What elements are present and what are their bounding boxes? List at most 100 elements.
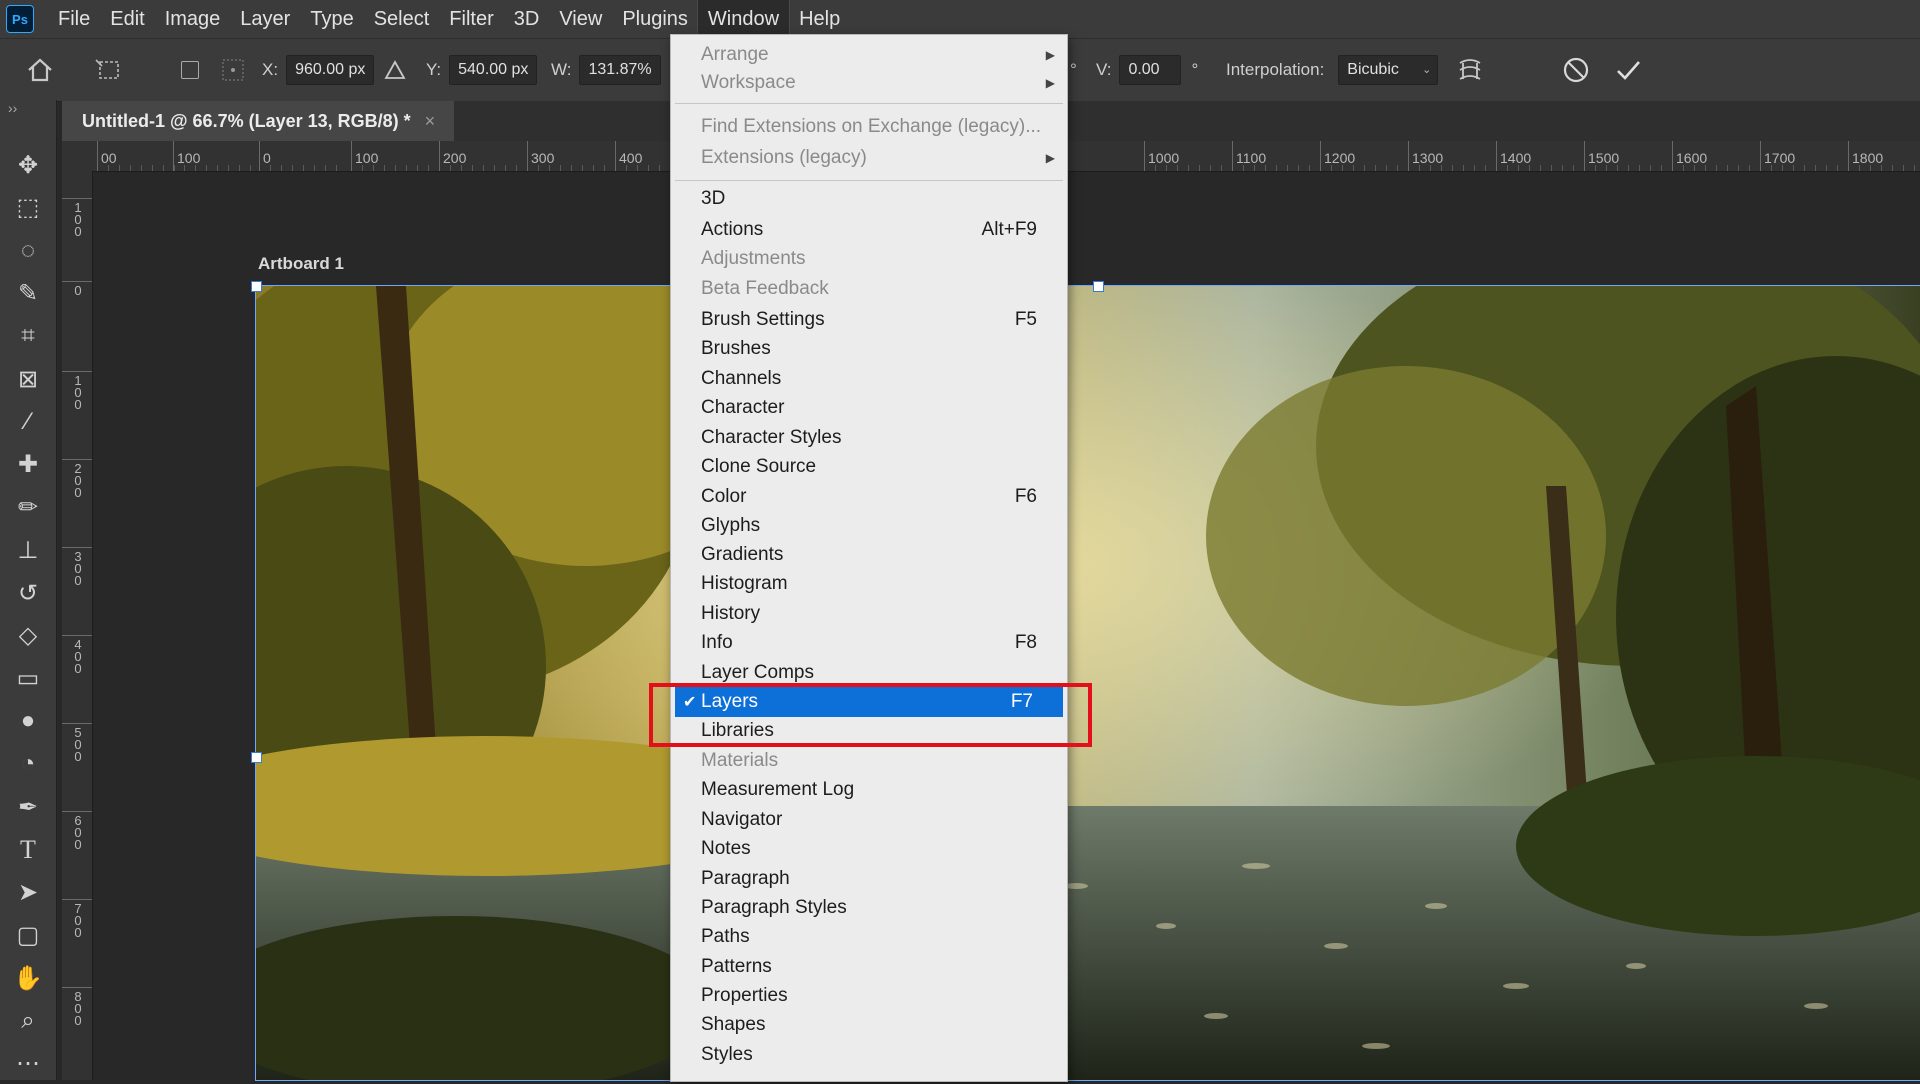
window-menu-item-clone-source[interactable]: Clone Source (671, 452, 1067, 482)
ruler-label: 1500 (1588, 150, 1620, 166)
type-icon[interactable]: T (8, 830, 48, 870)
close-icon[interactable]: × (425, 111, 436, 132)
menu-edit[interactable]: Edit (100, 0, 154, 38)
warp-mode-icon[interactable] (1455, 55, 1485, 85)
window-menu-item-measurement-log[interactable]: Measurement Log (671, 775, 1067, 805)
y-input[interactable]: 540.00 px (449, 55, 538, 85)
brush-icon[interactable]: ✏ (8, 487, 48, 527)
ruler-minor-tick (1309, 165, 1310, 171)
window-menu-item-navigator[interactable]: Navigator (671, 805, 1067, 835)
healing-icon[interactable]: ✚ (8, 445, 48, 485)
window-menu-item-brush-settings[interactable]: Brush Settings F5 (671, 305, 1067, 335)
eyedropper-icon[interactable]: ⁄ (8, 402, 48, 442)
reference-point-checkbox[interactable] (181, 61, 199, 79)
menu-select[interactable]: Select (364, 0, 440, 38)
window-menu-item-shapes[interactable]: Shapes (671, 1010, 1067, 1040)
window-menu-item-history[interactable]: History (671, 599, 1067, 629)
zoom-icon[interactable]: ⌕ (8, 1001, 48, 1041)
resize-handle-middle-left[interactable] (251, 752, 262, 763)
menu-file[interactable]: File (48, 0, 100, 38)
ruler-minor-tick (1914, 165, 1915, 171)
home-icon[interactable] (26, 57, 54, 83)
dodge-icon[interactable]: ◔ (8, 744, 48, 784)
menu-3d[interactable]: 3D (504, 0, 550, 38)
window-menu-item-label: Measurement Log (701, 779, 855, 800)
path-select-icon[interactable]: ➤ (8, 873, 48, 913)
eraser-icon[interactable]: ◇ (8, 616, 48, 656)
width-input[interactable]: 131.87% (579, 55, 661, 85)
lasso-icon[interactable]: ◌ (8, 231, 48, 271)
window-menu-item-libraries[interactable]: Libraries (671, 716, 1067, 746)
window-menu-item-layers[interactable]: ✔ Layers F7 (675, 687, 1063, 717)
menu-layer[interactable]: Layer (230, 0, 300, 38)
menu-plugins[interactable]: Plugins (612, 0, 698, 38)
rectangle-icon[interactable]: ▢ (8, 915, 48, 955)
relative-position-icon[interactable] (384, 59, 406, 81)
vertical-ruler[interactable]: 1 0 0 0 1 0 0 2 0 0 3 0 0 4 0 0 5 0 0 6 0 0 7 0 … (62, 171, 93, 1080)
window-menu-item-paragraph-styles[interactable]: Paragraph Styles (671, 893, 1067, 923)
window-menu-item-patterns[interactable]: Patterns (671, 952, 1067, 982)
more-icon[interactable]: ⋯ (8, 1044, 48, 1084)
window-menu-item-3d[interactable]: 3D (671, 184, 1067, 214)
window-menu-item-styles[interactable]: Styles (671, 1040, 1067, 1070)
crop-icon[interactable]: ⌗ (8, 316, 48, 356)
document-tab[interactable]: Untitled-1 @ 66.7% (Layer 13, RGB/8) * × (62, 101, 454, 141)
ruler-origin[interactable] (62, 141, 93, 171)
x-input[interactable]: 960.00 px (286, 55, 375, 85)
resize-handle-top-left[interactable] (251, 281, 262, 292)
ruler-minor-tick (1738, 165, 1739, 171)
ruler-minor-tick (206, 165, 207, 171)
window-menu-item-notes[interactable]: Notes (671, 834, 1067, 864)
window-menu-item-label: Histogram (701, 573, 788, 594)
blur-icon[interactable]: ● (8, 701, 48, 741)
cancel-transform-icon[interactable] (1562, 56, 1590, 84)
quick-select-icon[interactable]: ✎ (8, 273, 48, 313)
window-menu-item-character[interactable]: Character (671, 393, 1067, 423)
resize-handle-top-center[interactable] (1093, 281, 1104, 292)
frame-icon[interactable]: ⊠ (8, 359, 48, 399)
menu-image[interactable]: Image (155, 0, 231, 38)
ruler-minor-tick (494, 165, 495, 171)
ruler-minor-tick (1419, 165, 1420, 171)
window-menu-item-character-styles[interactable]: Character Styles (671, 423, 1067, 453)
marquee-icon[interactable]: ⬚ (8, 188, 48, 228)
window-menu-item-paragraph[interactable]: Paragraph (671, 864, 1067, 894)
pen-icon[interactable]: ✒ (8, 787, 48, 827)
window-menu-item-brushes[interactable]: Brushes (671, 334, 1067, 364)
ruler-minor-tick (659, 165, 660, 171)
ruler-minor-tick (1694, 165, 1695, 171)
ruler-label: 2 0 0 (74, 461, 82, 500)
reference-point-icon[interactable] (220, 57, 246, 83)
ruler-minor-tick (303, 165, 304, 171)
menu-type[interactable]: Type (300, 0, 363, 38)
ruler-minor-tick (1815, 165, 1816, 171)
transform-tool-icon[interactable] (94, 58, 124, 82)
menu-view[interactable]: View (549, 0, 612, 38)
window-menu-item-actions[interactable]: Actions Alt+F9 (671, 215, 1067, 245)
move-icon[interactable]: ✥ (8, 145, 48, 185)
gradient-icon[interactable]: ▭ (8, 659, 48, 699)
collapse-icon[interactable]: ›› (8, 100, 17, 116)
hand-icon[interactable]: ✋ (8, 958, 48, 998)
menu-help[interactable]: Help (789, 0, 850, 38)
history-brush-icon[interactable]: ↺ (8, 573, 48, 613)
ruler-minor-tick (384, 165, 385, 171)
stamp-icon[interactable]: ⊥ (8, 530, 48, 570)
window-menu-item-glyphs[interactable]: Glyphs (671, 511, 1067, 541)
artboard-image[interactable] (255, 285, 1920, 1081)
window-menu-item-color[interactable]: Color F6 (671, 482, 1067, 512)
commit-transform-icon[interactable] (1614, 56, 1642, 84)
interpolation-select[interactable]: Bicubic ⌄ (1338, 55, 1439, 85)
window-menu-item-gradients[interactable]: Gradients (671, 540, 1067, 570)
window-menu-item-properties[interactable]: Properties (671, 981, 1067, 1011)
artboard-label[interactable]: Artboard 1 (258, 254, 344, 274)
menu-filter[interactable]: Filter (439, 0, 503, 38)
window-menu-item-info[interactable]: Info F8 (671, 628, 1067, 658)
window-menu-item-channels[interactable]: Channels (671, 364, 1067, 394)
window-menu-item-layer-comps[interactable]: Layer Comps (671, 658, 1067, 688)
v-skew-input[interactable]: 0.00 (1119, 55, 1182, 85)
ruler-tick (1672, 141, 1673, 171)
window-menu-item-paths[interactable]: Paths (671, 922, 1067, 952)
window-menu-item-histogram[interactable]: Histogram (671, 569, 1067, 599)
menu-window[interactable]: Window (696, 0, 791, 39)
